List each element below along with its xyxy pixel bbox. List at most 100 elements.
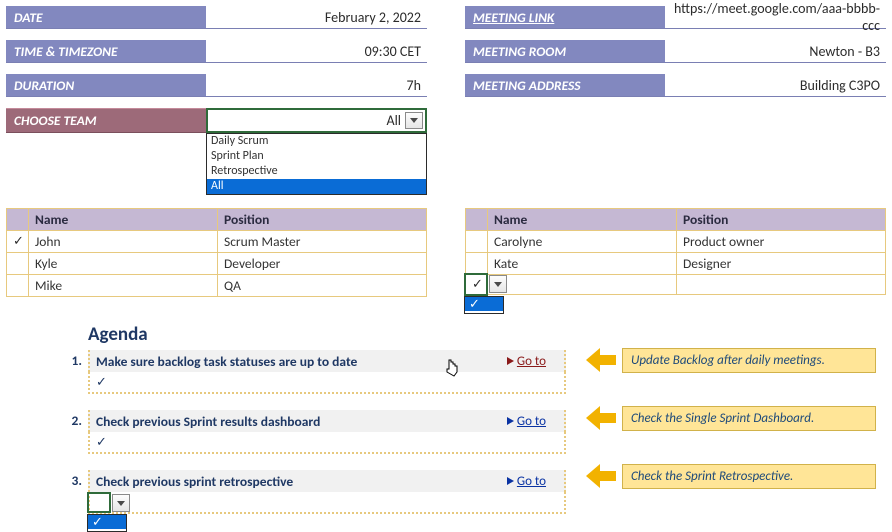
right-table-wrap: Name Position Carolyne Product owner Kat…	[465, 208, 886, 297]
callout-text: Check the Single Sprint Dashboard.	[622, 406, 876, 431]
row-check[interactable]	[7, 275, 29, 297]
row-position[interactable]	[677, 275, 886, 295]
choose-option[interactable]: Sprint Plan	[207, 149, 426, 164]
callouts-column: Update Backlog after daily meetings. Che…	[586, 347, 876, 521]
row-name[interactable]: Mike	[29, 275, 218, 297]
agenda-check[interactable]: ✓	[88, 432, 566, 454]
info-row-room: MEETING ROOM Newton - B3	[465, 40, 886, 63]
col-check	[466, 209, 488, 231]
callout: Check the Sprint Retrospective.	[586, 463, 876, 489]
row-position[interactable]: Designer	[677, 253, 886, 275]
info-row-address: MEETING ADDRESS Building C3PO	[465, 74, 886, 97]
value-meeting-room[interactable]: Newton - B3	[665, 40, 886, 62]
goto-label: Go to	[517, 354, 546, 369]
label-meeting-room: MEETING ROOM	[465, 40, 665, 62]
choose-team-select[interactable]: All Daily Scrum Sprint Plan Retrospectiv…	[206, 108, 427, 133]
row-check[interactable]	[466, 231, 488, 253]
choose-option[interactable]: Retrospective	[207, 164, 426, 179]
play-icon	[507, 417, 514, 425]
goto-link[interactable]: Go to	[507, 474, 564, 489]
agenda-check-selected[interactable]	[88, 492, 566, 514]
col-position: Position	[677, 209, 886, 231]
arrow-stem	[600, 471, 616, 481]
goto-link[interactable]: Go to	[507, 414, 564, 429]
row-check-selected[interactable]: ✓	[466, 275, 488, 295]
left-table-wrap: Name Position ✓ John Scrum Master Kyle D…	[6, 208, 427, 297]
row-position[interactable]: Product owner	[677, 231, 886, 253]
play-icon	[507, 477, 514, 485]
value-meeting-link[interactable]: https://meet.google.com/aaa-bbbb-ccc	[665, 6, 886, 28]
row-name[interactable]: Carolyne	[488, 231, 677, 253]
arrow-stem	[600, 413, 616, 423]
agenda-item: 3. Check previous sprint retrospective G…	[88, 470, 566, 514]
table-row[interactable]: Mike QA	[7, 275, 427, 297]
check-option-selected[interactable]: ✓	[465, 297, 503, 311]
choose-team-value: All	[208, 110, 405, 131]
goto-label: Go to	[517, 414, 546, 429]
col-name: Name	[29, 209, 218, 231]
row-name[interactable]: Kate	[488, 253, 677, 275]
row-name[interactable]: John	[29, 231, 218, 253]
agenda-item: 1. Make sure backlog task statuses are u…	[88, 350, 566, 394]
check-dropdown-list[interactable]: ✓	[87, 514, 127, 532]
agenda-section: Agenda 1. Make sure backlog task statuse…	[6, 323, 886, 514]
chevron-down-icon[interactable]	[489, 275, 507, 293]
label-choose-team: CHOOSE TEAM	[6, 108, 206, 133]
choose-option-selected[interactable]: All	[207, 179, 426, 194]
value-date[interactable]: February 2, 2022	[206, 6, 427, 28]
row-position[interactable]: QA	[218, 275, 427, 297]
row-check[interactable]	[466, 253, 488, 275]
table-row[interactable]: ✓ John Scrum Master	[7, 231, 427, 253]
row-name[interactable]	[488, 275, 677, 295]
col-name: Name	[488, 209, 677, 231]
info-row-link: MEETING LINK https://meet.google.com/aaa…	[465, 6, 886, 29]
row-position[interactable]: Scrum Master	[218, 231, 427, 253]
value-meeting-address[interactable]: Building C3PO	[665, 74, 886, 96]
chevron-down-icon[interactable]	[405, 112, 423, 129]
row-check[interactable]: ✓	[7, 231, 29, 253]
table-row[interactable]: ✓	[466, 275, 886, 295]
table-row[interactable]: Kate Designer	[466, 253, 886, 275]
callout: Check the Single Sprint Dashboard.	[586, 405, 876, 431]
info-row-duration: DURATION 7h	[6, 74, 427, 97]
check-option-selected[interactable]: ✓	[88, 515, 126, 529]
label-meeting-address: MEETING ADDRESS	[465, 74, 665, 96]
value-duration[interactable]: 7h	[206, 74, 427, 96]
agenda-number: 1.	[62, 352, 86, 369]
info-row-time: TIME & TIMEZONE 09:30 CET	[6, 40, 427, 63]
agenda-text: Make sure backlog task statuses are up t…	[90, 353, 507, 370]
right-attendee-table[interactable]: Name Position Carolyne Product owner Kat…	[465, 208, 886, 295]
label-duration: DURATION	[6, 74, 206, 96]
agenda-item: 2. Check previous Sprint results dashboa…	[88, 410, 566, 454]
play-icon	[507, 357, 514, 365]
left-attendee-table[interactable]: Name Position ✓ John Scrum Master Kyle D…	[6, 208, 427, 297]
table-header-row: Name Position	[7, 209, 427, 231]
check-option[interactable]	[88, 529, 126, 531]
choose-team-dropdown-list[interactable]: Daily Scrum Sprint Plan Retrospective Al…	[206, 133, 427, 195]
goto-link[interactable]: Go to	[507, 354, 564, 369]
agenda-number: 2.	[62, 412, 86, 429]
table-row[interactable]: Carolyne Product owner	[466, 231, 886, 253]
arrow-stem	[600, 355, 616, 365]
goto-label: Go to	[517, 474, 546, 489]
table-header-row: Name Position	[466, 209, 886, 231]
col-position: Position	[218, 209, 427, 231]
choose-team-row: CHOOSE TEAM All Daily Scrum Sprint Plan …	[6, 108, 427, 133]
callout: Update Backlog after daily meetings.	[586, 347, 876, 373]
row-name[interactable]: Kyle	[29, 253, 218, 275]
table-row[interactable]: Kyle Developer	[7, 253, 427, 275]
row-check[interactable]	[7, 253, 29, 275]
agenda-title: Agenda	[88, 323, 566, 346]
agenda-check[interactable]: ✓	[88, 372, 566, 394]
choose-option[interactable]: Daily Scrum	[207, 134, 426, 149]
chevron-down-icon[interactable]	[112, 494, 130, 512]
agenda-text: Check previous Sprint results dashboard	[90, 413, 507, 430]
value-time[interactable]: 09:30 CET	[206, 40, 427, 62]
callout-text: Update Backlog after daily meetings.	[622, 348, 876, 373]
row-position[interactable]: Developer	[218, 253, 427, 275]
check-dropdown-list[interactable]: ✓	[464, 296, 504, 314]
agenda-text: Check previous sprint retrospective	[90, 473, 507, 490]
label-meeting-link: MEETING LINK	[465, 6, 665, 28]
arrow-left-icon	[586, 348, 600, 372]
info-row-date: DATE February 2, 2022	[6, 6, 427, 29]
